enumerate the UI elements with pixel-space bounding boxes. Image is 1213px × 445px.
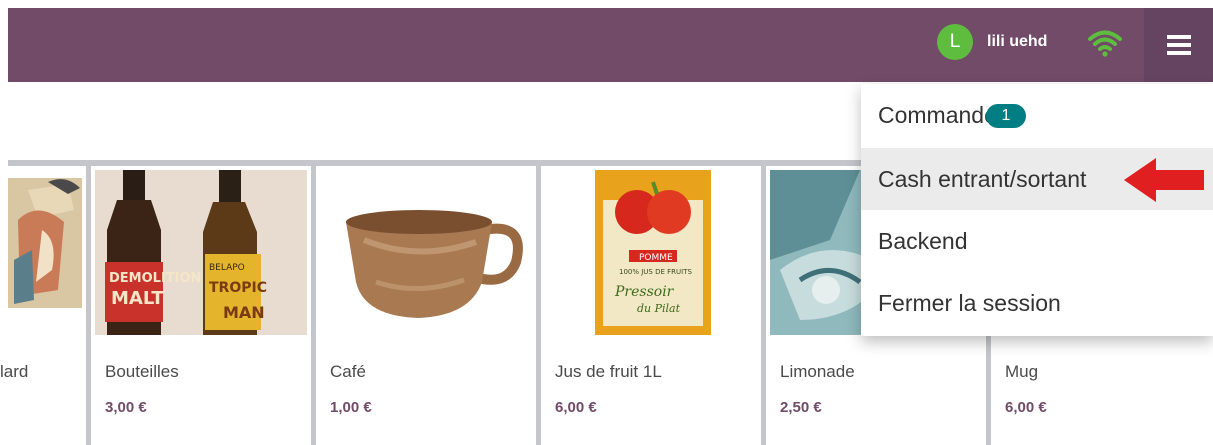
svg-text:MALT: MALT: [111, 288, 164, 309]
product-card[interactable]: Café 1,00 €: [316, 166, 536, 445]
orders-count-badge: 1: [986, 104, 1026, 128]
product-image: [320, 170, 532, 335]
product-name: Limonade: [780, 362, 855, 381]
product-card[interactable]: DEMOLITION MALT BELAPO TROPIC MAN Boutei…: [91, 166, 311, 445]
product-name: lard: [0, 362, 29, 381]
product-name: Café: [330, 362, 366, 381]
svg-text:TROPIC: TROPIC: [209, 280, 267, 296]
product-name: Mug: [1005, 362, 1039, 381]
header-dropdown-menu: Commandes 1 Cash entrant/sortant Backend…: [861, 84, 1213, 336]
product-price: 2,50 €: [780, 399, 822, 416]
svg-text:100% JUS DE FRUITS: 100% JUS DE FRUITS: [619, 268, 692, 276]
product-name: Bouteilles: [105, 362, 179, 381]
menu-item-label: Backend: [878, 227, 968, 254]
menu-item-label: Fermer la session: [878, 289, 1061, 316]
annotation-arrow-icon: [1124, 158, 1204, 202]
svg-text:Pressoir: Pressoir: [614, 284, 675, 300]
product-price: 3,00 €: [105, 399, 147, 416]
svg-text:du Pilat: du Pilat: [637, 302, 681, 315]
svg-text:MAN: MAN: [223, 303, 265, 322]
menu-item-close-session[interactable]: Fermer la session: [861, 272, 1213, 334]
user-menu[interactable]: L lili uehd: [937, 24, 1047, 60]
pos-screen: L lili uehd lard DEMOLITION MALT BELAPO …: [0, 0, 1213, 445]
product-card[interactable]: lard: [0, 166, 86, 445]
product-image: POMME 100% JUS DE FRUITS Pressoir du Pil…: [545, 170, 757, 335]
product-price: 6,00 €: [1005, 399, 1047, 416]
product-name: Jus de fruit 1L: [555, 362, 662, 381]
hamburger-menu-button[interactable]: [1144, 8, 1213, 82]
product-price: 1,00 €: [330, 399, 372, 416]
product-card[interactable]: POMME 100% JUS DE FRUITS Pressoir du Pil…: [541, 166, 761, 445]
wifi-icon: [1088, 30, 1122, 57]
menu-item-backend[interactable]: Backend: [861, 210, 1213, 272]
product-image: [8, 170, 82, 335]
user-name: lili uehd: [987, 33, 1048, 50]
user-avatar: L: [937, 24, 973, 60]
svg-text:POMME: POMME: [639, 253, 673, 263]
menu-item-label: Cash entrant/sortant: [878, 165, 1087, 192]
menu-item-commandes[interactable]: Commandes 1: [861, 84, 1213, 146]
product-image: DEMOLITION MALT BELAPO TROPIC MAN: [95, 170, 307, 335]
hamburger-menu-icon: [1166, 35, 1191, 55]
svg-text:BELAPO: BELAPO: [209, 263, 245, 273]
svg-text:DEMOLITION: DEMOLITION: [109, 271, 201, 286]
product-price: 6,00 €: [555, 399, 597, 416]
